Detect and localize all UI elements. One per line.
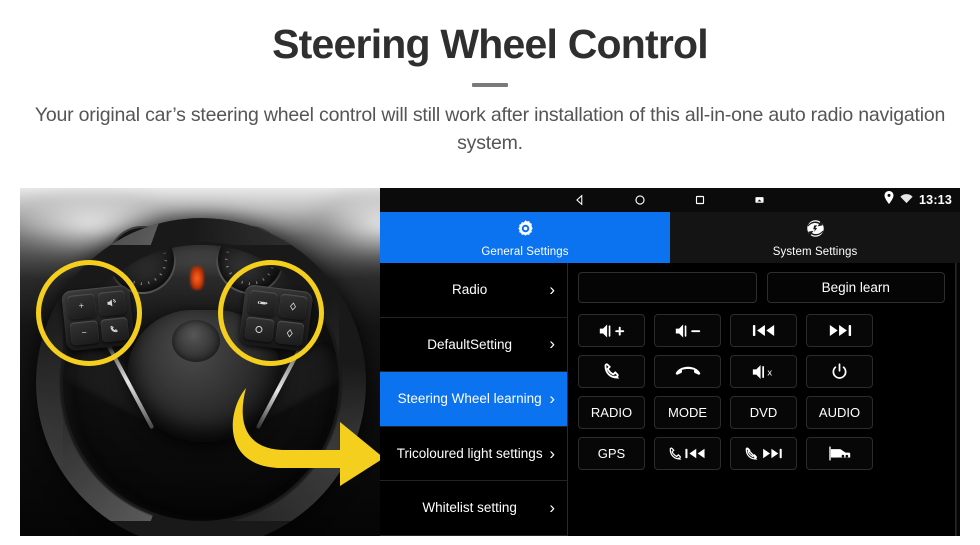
tab-general-settings-label: General Settings	[481, 245, 569, 258]
sidebar-item-radio-label: Radio	[452, 282, 488, 298]
gear-icon	[515, 218, 536, 244]
mute-button[interactable]: x	[730, 355, 797, 388]
sidebar-item-radio[interactable]: Radio ›	[380, 263, 567, 318]
recents-icon[interactable]	[693, 193, 707, 207]
settings-tabs: General Settings System Settings	[380, 212, 960, 263]
power-button[interactable]	[806, 355, 873, 388]
hang-up-button[interactable]	[654, 355, 721, 388]
sidebar-item-whitelist-setting[interactable]: Whitelist setting ›	[380, 481, 567, 536]
gps-button[interactable]: GPS	[578, 437, 645, 470]
sidebar-item-tricoloured-light-settings[interactable]: Tricoloured light settings ›	[380, 427, 567, 482]
screenshot-icon[interactable]	[753, 193, 767, 207]
volume-down-button[interactable]	[654, 314, 721, 347]
mode-button[interactable]: MODE	[654, 396, 721, 429]
media-strip: + − 13:13 General Settings System Settin…	[20, 188, 960, 536]
chevron-right-icon: ›	[549, 498, 555, 518]
tab-system-settings[interactable]: System Settings	[670, 212, 960, 263]
function-button-grid: x RADIO MODE DVD AUDIO GPS	[578, 314, 945, 470]
chevron-right-icon: ›	[549, 443, 555, 463]
previous-track-button[interactable]	[730, 314, 797, 347]
location-pin-icon	[884, 191, 894, 209]
header: Steering Wheel Control Your original car…	[0, 0, 980, 158]
system-settings-icon	[805, 218, 826, 244]
highlight-circle-left-controls	[36, 260, 142, 366]
answer-call-button[interactable]	[578, 355, 645, 388]
page-title: Steering Wheel Control	[272, 21, 709, 67]
audio-button[interactable]: AUDIO	[806, 396, 873, 429]
home-icon[interactable]	[633, 193, 647, 207]
radio-button[interactable]: RADIO	[578, 396, 645, 429]
sidebar-item-steering-wheel-learning[interactable]: Steering Wheel learning ›	[380, 372, 567, 427]
android-navbar: 13:13	[380, 188, 960, 212]
volume-up-button[interactable]	[578, 314, 645, 347]
sidebar-item-default-setting-label: DefaultSetting	[427, 336, 513, 352]
back-icon[interactable]	[573, 193, 587, 207]
dash-glow-right	[305, 188, 380, 264]
status-clock: 13:13	[919, 193, 952, 207]
sidebar-item-default-setting[interactable]: DefaultSetting ›	[380, 318, 567, 373]
sidebar-item-tricoloured-light-settings-label: Tricoloured light settings	[396, 445, 543, 461]
tab-system-settings-label: System Settings	[772, 245, 858, 258]
settings-sidebar: Radio › DefaultSetting › Steering Wheel …	[380, 263, 568, 536]
page-subtitle: Your original car’s steering wheel contr…	[34, 104, 946, 155]
tab-general-settings[interactable]: General Settings	[380, 212, 670, 263]
next-track-button[interactable]	[806, 314, 873, 347]
pointer-arrow	[228, 378, 380, 486]
head-unit-screen: 13:13 General Settings System Settings R…	[380, 188, 960, 536]
sidebar-item-steering-wheel-learning-label: Steering Wheel learning	[397, 391, 542, 407]
learn-controls-row: Begin learn	[578, 272, 945, 303]
chevron-right-icon: ›	[549, 334, 555, 354]
status-bar: 13:13	[884, 188, 952, 212]
steering-wheel-learning-panel: Begin learn x RADIO MODE DVD AUDIO GPS	[568, 263, 956, 536]
panel-scrollbar[interactable]	[956, 263, 960, 536]
dvd-button[interactable]: DVD	[730, 396, 797, 429]
sidebar-item-whitelist-setting-label: Whitelist setting	[422, 500, 517, 516]
call-next-button[interactable]	[730, 437, 797, 470]
wifi-icon	[900, 191, 913, 209]
chevron-right-icon: ›	[549, 279, 555, 299]
learn-input[interactable]	[578, 272, 757, 303]
title-divider	[472, 83, 508, 88]
settings-body: Radio › DefaultSetting › Steering Wheel …	[380, 263, 960, 536]
chevron-right-icon: ›	[549, 388, 555, 408]
begin-learn-button[interactable]: Begin learn	[766, 272, 945, 303]
page-root: Steering Wheel Control Your original car…	[0, 0, 980, 545]
call-previous-button[interactable]	[654, 437, 721, 470]
highlight-circle-right-controls	[218, 260, 324, 366]
svg-text:x: x	[767, 366, 772, 377]
steering-wheel-photo: + −	[20, 188, 380, 536]
camera-button[interactable]	[806, 437, 873, 470]
